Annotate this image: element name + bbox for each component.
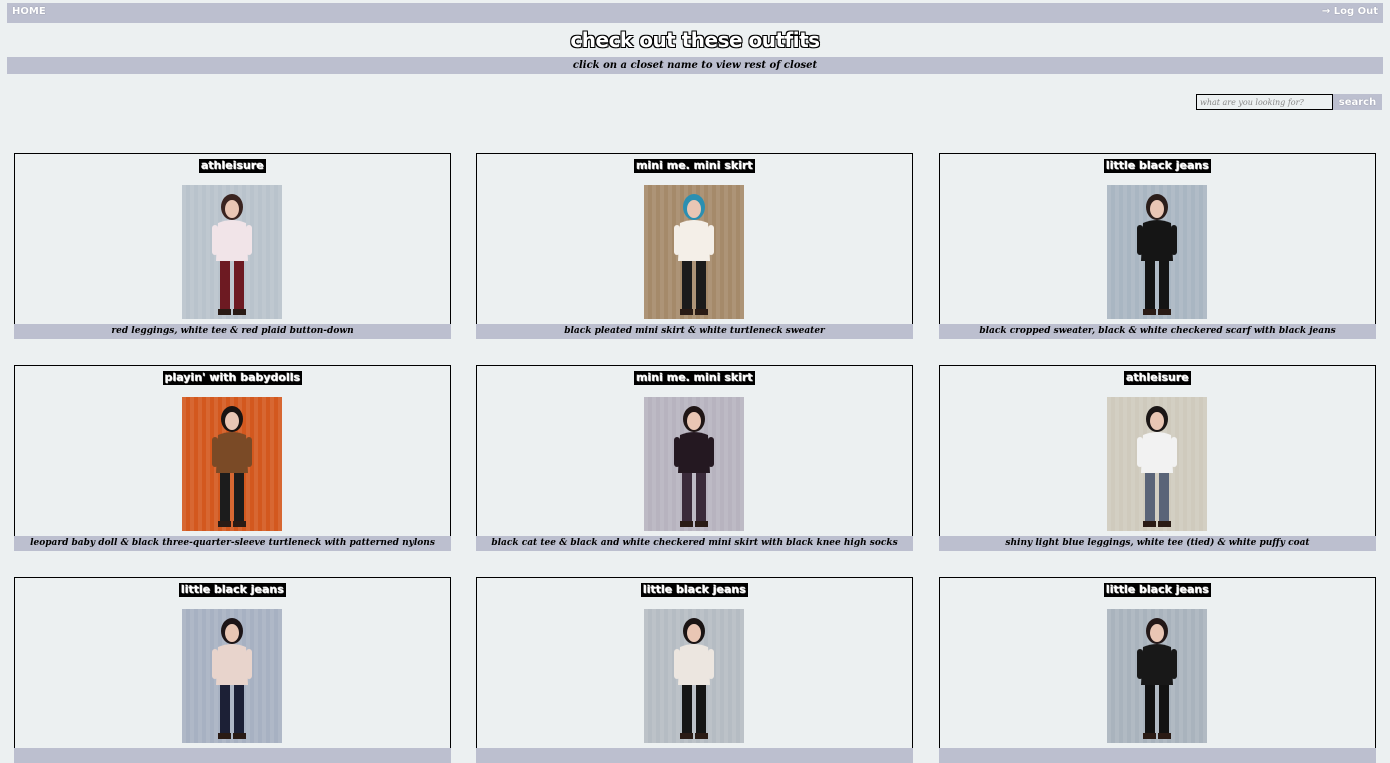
closet-name-wrap: mini me. mini skirt: [476, 154, 913, 173]
outfit-photo[interactable]: [644, 397, 744, 531]
outfit-card: athleisure red leggings, white tee & red …: [14, 153, 451, 339]
outfit-photo-image: [644, 185, 744, 319]
outfit-card: little black jeans: [476, 577, 913, 763]
outfit-caption: black cropped sweater, black & white che…: [939, 324, 1376, 339]
outfit-card: little black jeans: [939, 577, 1376, 763]
outfit-caption: [476, 748, 913, 763]
closet-name-wrap: mini me. mini skirt: [476, 366, 913, 385]
closet-name-link[interactable]: athleisure: [199, 159, 266, 173]
outfit-caption: black pleated mini skirt & white turtlen…: [476, 324, 913, 339]
outfit-photo-image: [182, 609, 282, 743]
closet-name-link[interactable]: mini me. mini skirt: [634, 371, 755, 385]
outfit-caption: [14, 748, 451, 763]
closet-name-wrap: little black jeans: [939, 154, 1376, 173]
outfit-card: athleisure shiny light blue leggings, whi…: [939, 365, 1376, 551]
outfit-photo-image: [644, 397, 744, 531]
outfit-photo-image: [182, 185, 282, 319]
outfit-photo[interactable]: [644, 609, 744, 743]
outfit-caption: [939, 748, 1376, 763]
closet-name-link[interactable]: little black jeans: [641, 583, 748, 597]
closet-name-wrap: athleisure: [939, 366, 1376, 385]
closet-name-wrap: little black jeans: [476, 578, 913, 597]
closet-name-link[interactable]: athleisure: [1124, 371, 1191, 385]
outfit-photo-image: [1107, 185, 1207, 319]
outfit-photo[interactable]: [1107, 185, 1207, 319]
outfit-card: mini me. mini skirt black cat tee & black…: [476, 365, 913, 551]
outfit-caption: red leggings, white tee & red plaid butt…: [14, 324, 451, 339]
outfit-caption: leopard baby doll & black three-quarter-…: [14, 536, 451, 551]
outfit-photo[interactable]: [1107, 609, 1207, 743]
page-title: check out these outfits: [570, 28, 820, 52]
outfit-card: playin' with babydolls leopard baby doll …: [14, 365, 451, 551]
closet-name-link[interactable]: mini me. mini skirt: [634, 159, 755, 173]
outfit-card: little black jeans: [14, 577, 451, 763]
top-nav-bar: HOME → Log Out: [7, 3, 1383, 23]
logout-link[interactable]: → Log Out: [1322, 6, 1378, 17]
page-subtitle: click on a closet name to view rest of c…: [7, 57, 1383, 74]
closet-name-wrap: playin' with babydolls: [14, 366, 451, 385]
outfit-photo[interactable]: [644, 185, 744, 319]
home-link[interactable]: HOME: [12, 6, 46, 17]
closet-name-link[interactable]: little black jeans: [1104, 159, 1211, 173]
outfit-photo[interactable]: [182, 185, 282, 319]
outfit-photo[interactable]: [1107, 397, 1207, 531]
outfit-card: mini me. mini skirt black pleated mini sk…: [476, 153, 913, 339]
outfit-photo-image: [182, 397, 282, 531]
outfit-caption: black cat tee & black and white checkere…: [476, 536, 913, 551]
closet-name-link[interactable]: playin' with babydolls: [162, 371, 303, 385]
outfit-photo-image: [644, 609, 744, 743]
outfit-photo[interactable]: [182, 609, 282, 743]
outfit-card: little black jeans black cropped sweater,…: [939, 153, 1376, 339]
outfit-photo[interactable]: [182, 397, 282, 531]
closet-name-wrap: athleisure: [14, 154, 451, 173]
outfit-photo-image: [1107, 609, 1207, 743]
outfit-photo-image: [1107, 397, 1207, 531]
search-button[interactable]: search: [1333, 94, 1382, 110]
closet-name-link[interactable]: little black jeans: [179, 583, 286, 597]
outfit-caption: shiny light blue leggings, white tee (ti…: [939, 536, 1376, 551]
closet-name-wrap: little black jeans: [939, 578, 1376, 597]
closet-name-wrap: little black jeans: [14, 578, 451, 597]
search-input[interactable]: [1196, 94, 1333, 110]
closet-name-link[interactable]: little black jeans: [1104, 583, 1211, 597]
